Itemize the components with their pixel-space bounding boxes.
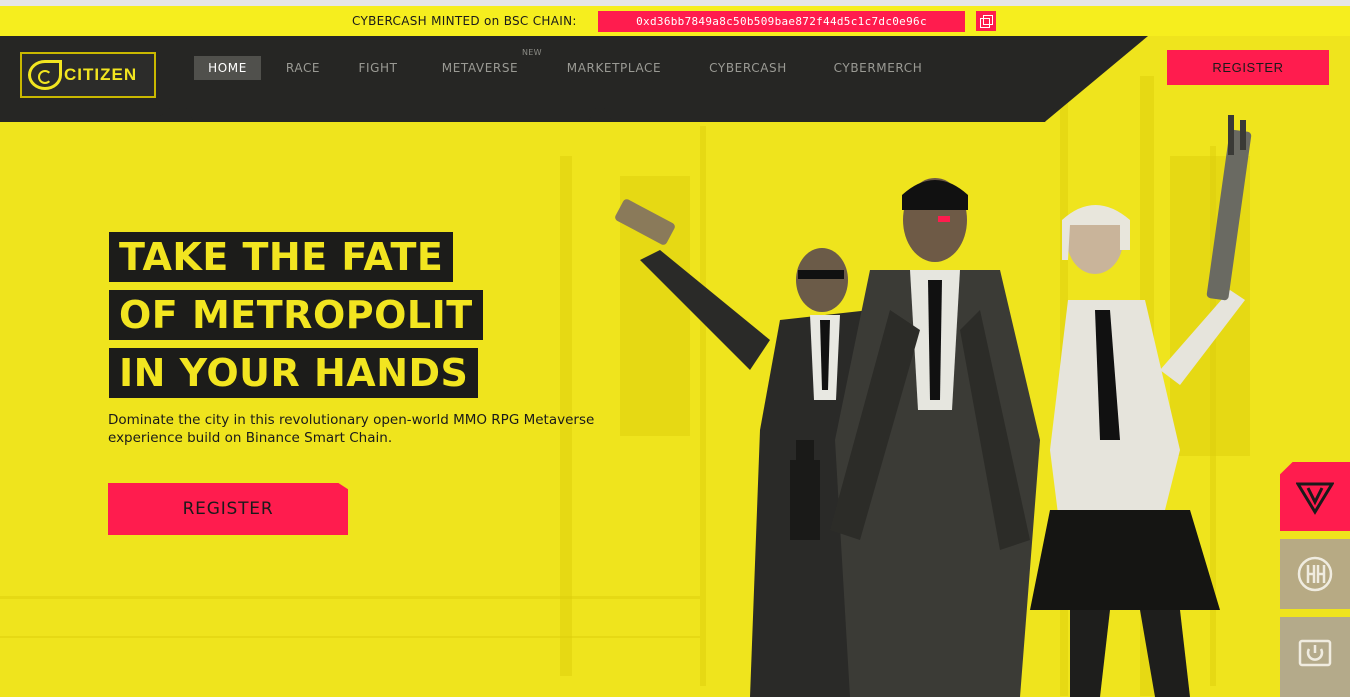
headline-line-1: TAKE THE FATE bbox=[109, 232, 454, 282]
triangle-logo-icon bbox=[1296, 482, 1334, 515]
register-button-header[interactable]: REGISTER bbox=[1167, 50, 1329, 85]
contract-address[interactable]: 0xd36bb7849a8c50b509bae872f44d5c1c7dc0e9… bbox=[598, 11, 965, 32]
logo-text: CITIZEN bbox=[64, 65, 138, 84]
nav-item-metaverse[interactable]: METAVERSE bbox=[427, 56, 533, 80]
contract-label: CYBERCASH MINTED on BSC CHAIN: bbox=[352, 14, 577, 28]
side-button-triangle[interactable] bbox=[1280, 462, 1350, 531]
hero-characters-illustration bbox=[600, 110, 1280, 697]
register-button-hero[interactable]: REGISTER bbox=[108, 483, 348, 535]
power-icon bbox=[1298, 639, 1332, 667]
new-badge: NEW bbox=[522, 48, 542, 57]
nav-item-cybermerch[interactable]: CYBERMERCH bbox=[819, 56, 937, 80]
side-button-power[interactable] bbox=[1280, 617, 1350, 697]
nav-item-fight[interactable]: FIGHT bbox=[348, 56, 408, 80]
nav-item-marketplace[interactable]: MARKETPLACE bbox=[552, 56, 676, 80]
contract-bar: CYBERCASH MINTED on BSC CHAIN: 0xd36bb78… bbox=[0, 0, 1350, 36]
hh-badge-icon bbox=[1297, 556, 1333, 592]
nav-item-race[interactable]: RACE bbox=[275, 56, 331, 80]
citizen-logo[interactable]: CITIZEN bbox=[20, 52, 156, 98]
copy-icon[interactable] bbox=[976, 11, 996, 31]
hero-subtitle: Dominate the city in this revolutionary … bbox=[108, 412, 595, 446]
nav-item-home[interactable]: HOME bbox=[194, 56, 261, 80]
side-button-hh[interactable] bbox=[1280, 539, 1350, 609]
headline-line-2: OF METROPOLIT bbox=[109, 290, 483, 340]
nav-item-cybercash[interactable]: CYBERCASH bbox=[694, 56, 802, 80]
logo-icon bbox=[28, 60, 62, 90]
headline-line-3: IN YOUR HANDS bbox=[109, 348, 479, 398]
